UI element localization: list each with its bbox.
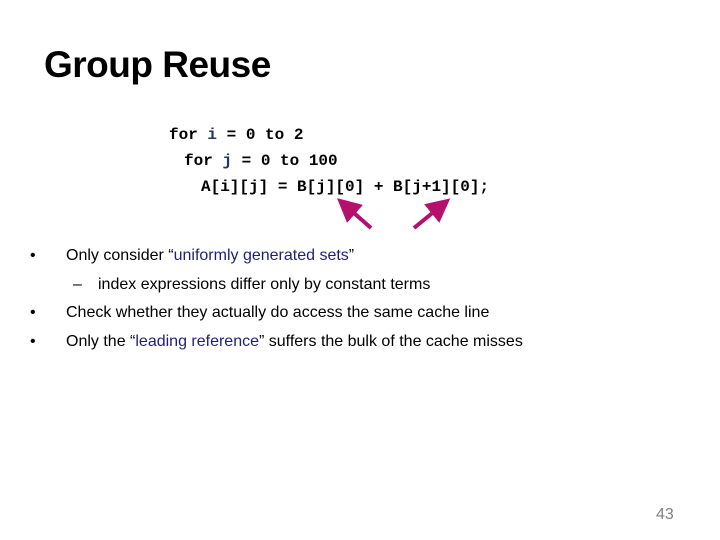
bullet-text: Only consider “ — [66, 247, 174, 264]
bullet-text: ” — [348, 247, 355, 264]
arrow-to-bj0 — [336, 198, 373, 230]
bullet-text: index expressions differ only by constan… — [98, 276, 431, 293]
bullet-marker: • — [30, 304, 36, 321]
bullet-text: ” suffers the bulk of the cache misses — [259, 333, 523, 350]
dash-marker: – — [73, 276, 82, 293]
highlighted-term: leading reference — [135, 333, 259, 350]
arrow-to-bj1 — [412, 198, 451, 230]
page-number: 43 — [656, 506, 674, 523]
bullet-text: Only the “ — [66, 333, 136, 350]
bullet-text: Check whether they actually do access th… — [66, 304, 490, 321]
arrows-overlay — [336, 198, 451, 230]
bullet-marker: • — [30, 247, 36, 264]
bullet-marker: • — [30, 333, 36, 350]
highlighted-term: uniformly generated sets — [173, 247, 349, 264]
